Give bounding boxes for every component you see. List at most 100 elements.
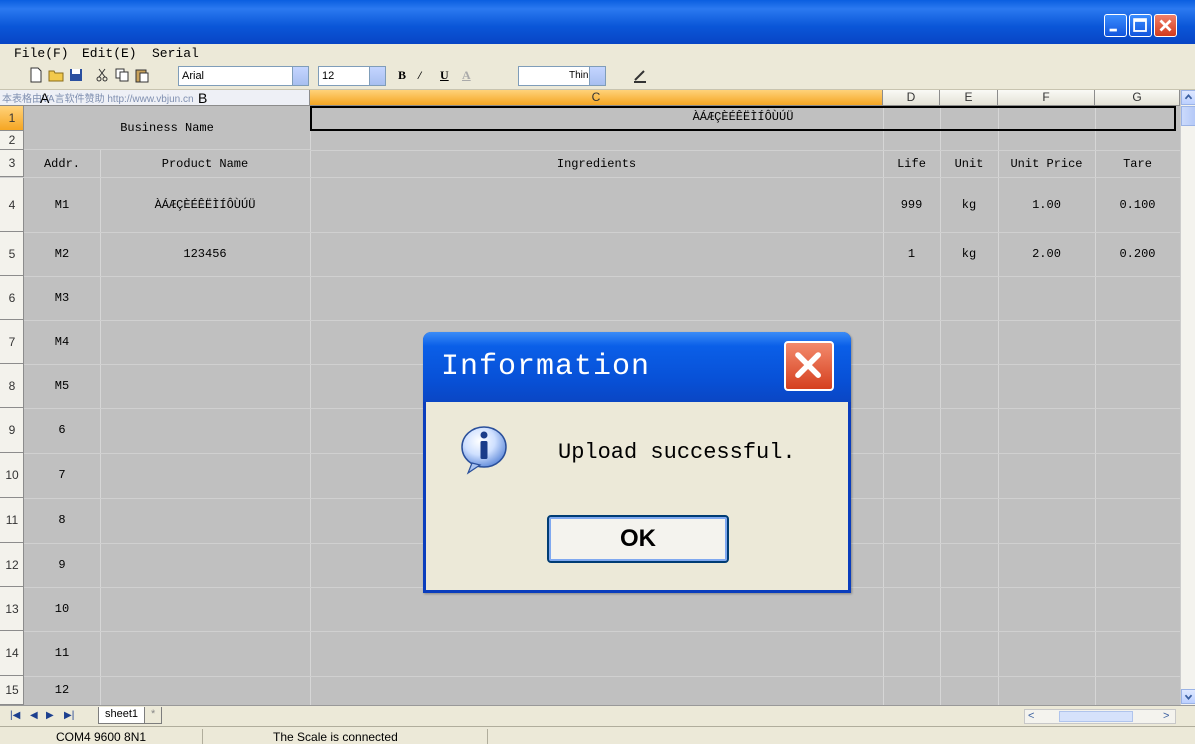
product-cell[interactable]: ÀÁÆÇÈÉÊËÌÍÔÙÚÜ <box>100 178 310 232</box>
maximize-button[interactable] <box>1129 14 1152 37</box>
tare-cell[interactable] <box>1095 587 1180 631</box>
unit-cell[interactable]: kg <box>940 232 998 276</box>
tare-cell[interactable] <box>1095 364 1180 408</box>
row-header-5[interactable]: 5 <box>0 232 24 276</box>
unit-cell[interactable] <box>940 320 998 364</box>
price-cell[interactable]: 2.00 <box>998 232 1095 276</box>
product-cell[interactable]: 123456 <box>100 232 310 276</box>
tare-cell[interactable] <box>1095 320 1180 364</box>
paste-icon[interactable] <box>134 67 150 83</box>
column-header-a[interactable]: A <box>40 90 49 106</box>
row-header-1[interactable]: 1 <box>0 106 24 131</box>
unit-cell[interactable] <box>940 631 998 676</box>
column-header-b[interactable]: B <box>198 90 207 106</box>
column-header-g[interactable]: G <box>1095 90 1180 106</box>
row-header-11[interactable]: 11 <box>0 498 24 543</box>
menu-edit[interactable]: Edit(E) <box>82 46 137 61</box>
row-header-4[interactable]: 4 <box>0 178 24 232</box>
ingredients-cell[interactable] <box>310 631 883 676</box>
price-cell[interactable] <box>998 676 1095 705</box>
tare-cell[interactable] <box>1095 408 1180 453</box>
ingredients-cell[interactable] <box>310 276 883 320</box>
addr-cell[interactable]: 8 <box>24 498 100 543</box>
hscroll-thumb[interactable] <box>1059 711 1133 722</box>
row-header-15[interactable]: 15 <box>0 676 24 705</box>
addr-cell[interactable]: M4 <box>24 320 100 364</box>
unit-cell[interactable] <box>940 587 998 631</box>
unit-cell[interactable] <box>940 498 998 543</box>
addr-cell[interactable]: 9 <box>24 543 100 587</box>
col-title-ingredients[interactable]: Ingredients <box>310 157 883 171</box>
ingredients-cell[interactable] <box>310 178 883 232</box>
unit-cell[interactable] <box>940 364 998 408</box>
border-color-icon[interactable] <box>632 67 648 83</box>
row-header-7[interactable]: 7 <box>0 320 24 364</box>
vertical-scrollbar[interactable] <box>1180 90 1195 705</box>
unit-cell[interactable] <box>940 676 998 705</box>
addr-cell[interactable]: M1 <box>24 178 100 232</box>
row-header-10[interactable]: 10 <box>0 453 24 498</box>
row-header-3[interactable]: 3 <box>0 150 24 177</box>
save-icon[interactable] <box>68 67 84 83</box>
column-header-c[interactable]: C <box>310 90 883 106</box>
dialog-titlebar[interactable]: Information <box>423 332 851 402</box>
addr-cell[interactable]: 6 <box>24 408 100 453</box>
font-name-select[interactable]: Arial <box>178 66 309 86</box>
tab-new-sheet[interactable]: * <box>144 707 163 724</box>
col-title-tare[interactable]: Tare <box>1095 157 1180 171</box>
addr-cell[interactable]: 7 <box>24 453 100 498</box>
product-cell[interactable] <box>100 631 310 676</box>
cut-icon[interactable] <box>94 67 110 83</box>
product-cell[interactable] <box>100 364 310 408</box>
price-cell[interactable] <box>998 498 1095 543</box>
row-header-8[interactable]: 8 <box>0 364 24 408</box>
tab-sheet1[interactable]: sheet1 <box>98 707 146 724</box>
life-cell[interactable] <box>883 320 940 364</box>
underline-button[interactable]: U <box>440 68 449 83</box>
window-titlebar[interactable] <box>0 0 1195 44</box>
tare-cell[interactable] <box>1095 676 1180 705</box>
business-name-cell[interactable]: Business Name <box>24 106 310 150</box>
new-file-icon[interactable] <box>28 67 44 83</box>
tare-cell[interactable] <box>1095 453 1180 498</box>
col-title-addr[interactable]: Addr. <box>24 157 100 171</box>
menu-serial[interactable]: Serial <box>152 46 199 61</box>
product-cell[interactable] <box>100 498 310 543</box>
life-cell[interactable] <box>883 364 940 408</box>
line-style-select[interactable]: Thin <box>518 66 606 86</box>
scroll-up-button[interactable] <box>1181 90 1195 105</box>
product-cell[interactable] <box>100 587 310 631</box>
italic-button[interactable]: / <box>418 68 421 83</box>
addr-cell[interactable]: M3 <box>24 276 100 320</box>
tare-cell[interactable]: 0.100 <box>1095 178 1180 232</box>
product-cell[interactable] <box>100 276 310 320</box>
ingredients-cell[interactable] <box>310 232 883 276</box>
life-cell[interactable] <box>883 276 940 320</box>
addr-cell[interactable]: M2 <box>24 232 100 276</box>
last-sheet-icon[interactable]: ▶| <box>64 710 74 721</box>
price-cell[interactable] <box>998 408 1095 453</box>
row-header-6[interactable]: 6 <box>0 276 24 320</box>
product-cell[interactable] <box>100 408 310 453</box>
addr-cell[interactable]: 12 <box>24 676 100 705</box>
addr-cell[interactable]: M5 <box>24 364 100 408</box>
life-cell[interactable] <box>883 543 940 587</box>
scroll-down-button[interactable] <box>1181 689 1195 704</box>
unit-cell[interactable] <box>940 276 998 320</box>
tare-cell[interactable] <box>1095 543 1180 587</box>
life-cell[interactable]: 999 <box>883 178 940 232</box>
row-header-12[interactable]: 12 <box>0 543 24 587</box>
font-color-button[interactable]: A <box>462 68 471 83</box>
price-cell[interactable] <box>998 320 1095 364</box>
copy-icon[interactable] <box>114 67 130 83</box>
row-header-2[interactable]: 2 <box>0 131 24 150</box>
tare-cell[interactable] <box>1095 631 1180 676</box>
unit-cell[interactable]: kg <box>940 178 998 232</box>
dialog-close-button[interactable] <box>784 341 834 391</box>
life-cell[interactable] <box>883 631 940 676</box>
column-header-f[interactable]: F <box>998 90 1095 106</box>
price-cell[interactable] <box>998 543 1095 587</box>
col-title-price[interactable]: Unit Price <box>998 157 1095 171</box>
col-title-unit[interactable]: Unit <box>940 157 998 171</box>
prev-sheet-icon[interactable]: ◀ <box>30 710 38 721</box>
